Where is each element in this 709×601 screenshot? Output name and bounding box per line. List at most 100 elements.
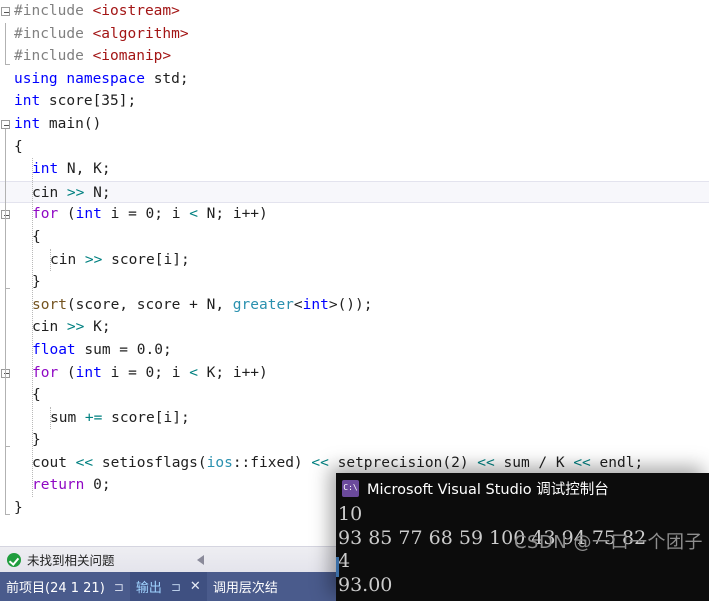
close-icon[interactable]: ✕: [190, 579, 201, 594]
bottom-tab[interactable]: 调用层次结: [207, 572, 284, 601]
code-token: <<: [75, 454, 94, 471]
code-token: cin: [32, 184, 67, 201]
code-line[interactable]: cout << setiosflags(ios::fixed) << setpr…: [0, 452, 709, 475]
code-token: (: [58, 206, 76, 223]
code-token: for: [32, 206, 59, 223]
code-line[interactable]: #include <algorithm>: [0, 23, 709, 46]
code-token: <<: [477, 454, 495, 471]
code-token: int: [302, 296, 329, 313]
code-token: K; i++): [197, 364, 268, 381]
code-token: sum = 0.0;: [75, 341, 172, 358]
code-token: i = 0; i: [101, 206, 190, 223]
code-token: }: [32, 274, 41, 291]
code-line[interactable]: cin >> score[i];: [0, 249, 709, 272]
code-token: +=: [84, 409, 103, 426]
code-line[interactable]: {: [0, 226, 709, 249]
code-token: #include: [14, 48, 93, 65]
indent-guide: [50, 248, 51, 272]
bottom-tab-label: 调用层次结: [212, 581, 278, 596]
console-line: 93.00: [338, 573, 393, 596]
code-token: score[i];: [102, 409, 190, 426]
cmd-prompt-icon-glyph: C:\: [343, 483, 358, 492]
left-triangle-icon[interactable]: [196, 554, 204, 565]
code-token: #include: [14, 25, 93, 42]
bottom-tab-label: 前项目(24 1 21): [6, 581, 105, 596]
code-line[interactable]: sum += score[i];: [0, 407, 709, 430]
code-token: <<: [311, 454, 329, 471]
pin-icon[interactable]: ⊐: [114, 580, 124, 594]
indent-guide: [50, 406, 51, 430]
console-title-bar[interactable]: C:\ Microsoft Visual Studio 调试控制台: [336, 473, 709, 503]
code-token: N; i++): [197, 206, 268, 223]
code-token: >());: [328, 296, 373, 313]
code-token: <: [293, 296, 303, 313]
code-line[interactable]: {: [0, 136, 709, 159]
code-line[interactable]: float sum = 0.0;: [0, 339, 709, 362]
code-line[interactable]: int N, K;: [0, 158, 709, 181]
code-token: score[i];: [102, 251, 190, 268]
code-token: std;: [153, 70, 189, 87]
code-line[interactable]: }: [0, 429, 709, 452]
fold-toggle-icon[interactable]: [1, 120, 10, 129]
code-token: <iomanip>: [92, 48, 172, 65]
code-token: >>: [66, 184, 85, 201]
code-token: <algorithm>: [92, 25, 189, 42]
code-text-area[interactable]: #include <iostream> #include <algorithm> #…: [0, 0, 709, 520]
code-token: int: [75, 206, 102, 223]
code-line[interactable]: #include <iostream>: [0, 0, 709, 23]
code-line[interactable]: for (int i = 0; i < K; i++): [0, 362, 709, 385]
problem-status-text: 未找到相关问题: [27, 553, 115, 568]
code-line[interactable]: int main(): [0, 113, 709, 136]
code-token: main(): [40, 115, 102, 132]
code-line[interactable]: cin >> K;: [0, 316, 709, 339]
code-token: cout: [32, 454, 76, 471]
code-token: score[35];: [40, 93, 137, 110]
fold-guide-end: [5, 63, 10, 65]
console-scrollbar[interactable]: [336, 557, 339, 577]
code-token: int: [75, 364, 102, 381]
code-line[interactable]: {: [0, 384, 709, 407]
console-line: 10: [338, 503, 363, 525]
code-token: setprecision(2): [328, 454, 478, 471]
code-token: cin: [32, 319, 67, 336]
code-editor[interactable]: #include <iostream> #include <algorithm> #…: [0, 0, 709, 546]
code-line[interactable]: int score[35];: [0, 90, 709, 113]
code-token: }: [32, 432, 41, 449]
code-token: <<: [573, 454, 591, 471]
cmd-prompt-icon: C:\: [342, 479, 359, 497]
code-token: int: [14, 115, 41, 132]
code-token: N;: [84, 184, 111, 201]
code-token: int: [32, 161, 59, 178]
code-token: >>: [84, 251, 103, 268]
code-token: return: [32, 477, 85, 494]
code-token: <: [189, 206, 198, 223]
bottom-tab[interactable]: 输出 ⊐ ✕: [129, 572, 207, 601]
csdn-watermark: CSDN @一口一个团子: [513, 532, 703, 553]
code-token: int: [14, 93, 41, 110]
console-title: Microsoft Visual Studio 调试控制台: [367, 481, 609, 498]
code-line[interactable]: }: [0, 271, 709, 294]
fold-guide-line: [5, 129, 6, 516]
code-line[interactable]: cin >> N;: [0, 180, 709, 204]
check-circle-icon: [7, 552, 21, 567]
code-token: ios: [206, 454, 233, 471]
code-token: #include: [14, 3, 93, 19]
code-token: N, K;: [58, 161, 111, 178]
code-line[interactable]: using namespace std;: [0, 68, 709, 91]
bottom-tab-label: 输出: [135, 581, 162, 596]
code-line[interactable]: #include <iomanip>: [0, 45, 709, 68]
fold-toggle-icon[interactable]: [1, 7, 10, 16]
code-token: i = 0; i: [101, 364, 190, 381]
code-token: <: [189, 364, 198, 381]
code-token: {: [32, 387, 41, 404]
code-line[interactable]: for (int i = 0; i < N; i++): [0, 203, 709, 226]
code-token: greater: [232, 296, 294, 313]
bottom-tab[interactable]: 前项目(24 1 21) ⊐: [0, 572, 130, 601]
code-token: for: [32, 364, 59, 381]
debug-console-window[interactable]: C:\ Microsoft Visual Studio 调试控制台 10 93 8…: [336, 473, 709, 601]
fold-guide-line: [5, 45, 6, 64]
code-token: sum / K: [494, 454, 574, 471]
code-token: float: [32, 341, 76, 358]
pin-icon[interactable]: ⊐: [171, 580, 181, 594]
code-line[interactable]: sort(score, score + N, greater<int>());: [0, 294, 709, 317]
